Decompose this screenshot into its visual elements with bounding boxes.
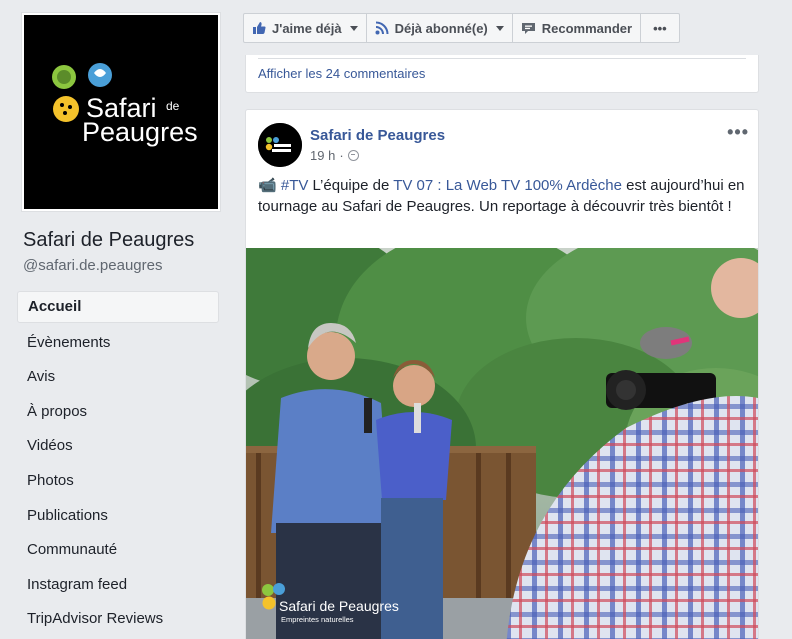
- thumbs-up-icon: [252, 21, 266, 35]
- safari-logo-small: [258, 123, 302, 167]
- post-photo[interactable]: Safari de Peaugres Empreintes naturelles: [246, 248, 758, 639]
- rss-icon: [375, 21, 389, 35]
- more-actions-button[interactable]: •••: [640, 13, 680, 43]
- mention-link[interactable]: TV 07 : La Web TV 100% Ardèche: [393, 177, 622, 194]
- chevron-down-icon: [495, 25, 504, 31]
- post-meta: 19 h ·: [310, 148, 359, 163]
- chevron-down-icon: [349, 25, 358, 31]
- interview-photo: Safari de Peaugres Empreintes naturelles: [246, 248, 758, 639]
- page-actions-bar: J'aime déjà Déjà abonné(e) Recommander •…: [243, 13, 680, 43]
- follow-page-button[interactable]: Déjà abonné(e): [365, 13, 513, 43]
- profile-picture[interactable]: Safari de Peaugres: [22, 13, 220, 211]
- right-column: J'aime déjà Déjà abonné(e) Recommander •…: [230, 0, 792, 639]
- like-page-label: J'aime déjà: [272, 20, 342, 36]
- view-comments-link[interactable]: Afficher les 24 commentaires: [258, 66, 425, 81]
- post-author-name[interactable]: Safari de Peaugres: [310, 127, 445, 144]
- nav-item-communaute[interactable]: Communauté: [17, 533, 219, 568]
- meta-separator: ·: [339, 148, 344, 163]
- page-nav: Accueil Évènements Avis À propos Vidéos …: [17, 291, 219, 637]
- safari-logo: Safari de Peaugres: [24, 15, 218, 209]
- post-timestamp[interactable]: 19 h: [310, 148, 335, 163]
- video-camera-icon: 📹: [258, 177, 277, 194]
- logo-text-de: de: [166, 99, 180, 113]
- recommend-label: Recommander: [541, 20, 633, 36]
- nav-item-videos[interactable]: Vidéos: [17, 429, 219, 464]
- nav-item-photos[interactable]: Photos: [17, 464, 219, 499]
- speech-bubble-icon: [521, 21, 536, 36]
- logo-text-peaugres: Peaugres: [82, 117, 198, 147]
- nav-item-tripadvisor-reviews[interactable]: TripAdvisor Reviews: [17, 602, 219, 637]
- watermark-brand: Safari de Peaugres: [279, 598, 399, 614]
- author-avatar[interactable]: [258, 123, 302, 167]
- follow-page-label: Déjà abonné(e): [394, 20, 488, 36]
- divider: [258, 58, 746, 59]
- watermark-tagline: Empreintes naturelles: [281, 615, 354, 624]
- recommend-button[interactable]: Recommander: [511, 13, 642, 43]
- post-text-part1: L’équipe de: [308, 177, 394, 194]
- previous-post-footer: Afficher les 24 commentaires: [245, 55, 759, 93]
- hashtag-link[interactable]: #TV: [281, 177, 309, 194]
- nav-item-a-propos[interactable]: À propos: [17, 395, 219, 430]
- left-column: Safari de Peaugres Safari de Peaugres @s…: [0, 0, 230, 639]
- post-text: 📹 #TV L’équipe de TV 07 : La Web TV 100%…: [258, 176, 748, 217]
- page-name[interactable]: Safari de Peaugres: [23, 229, 194, 252]
- post-card: Safari de Peaugres 19 h · ••• 📹 #TV L’éq…: [245, 109, 759, 639]
- page-handle: @safari.de.peaugres: [23, 257, 163, 274]
- nav-item-avis[interactable]: Avis: [17, 360, 219, 395]
- nav-item-publications[interactable]: Publications: [17, 499, 219, 534]
- like-page-button[interactable]: J'aime déjà: [243, 13, 367, 43]
- nav-item-instagram-feed[interactable]: Instagram feed: [17, 568, 219, 603]
- post-options-button[interactable]: •••: [727, 122, 749, 143]
- more-icon: •••: [653, 20, 667, 36]
- globe-icon[interactable]: [347, 150, 359, 161]
- nav-item-accueil[interactable]: Accueil: [17, 291, 219, 323]
- nav-item-evenements[interactable]: Évènements: [17, 326, 219, 361]
